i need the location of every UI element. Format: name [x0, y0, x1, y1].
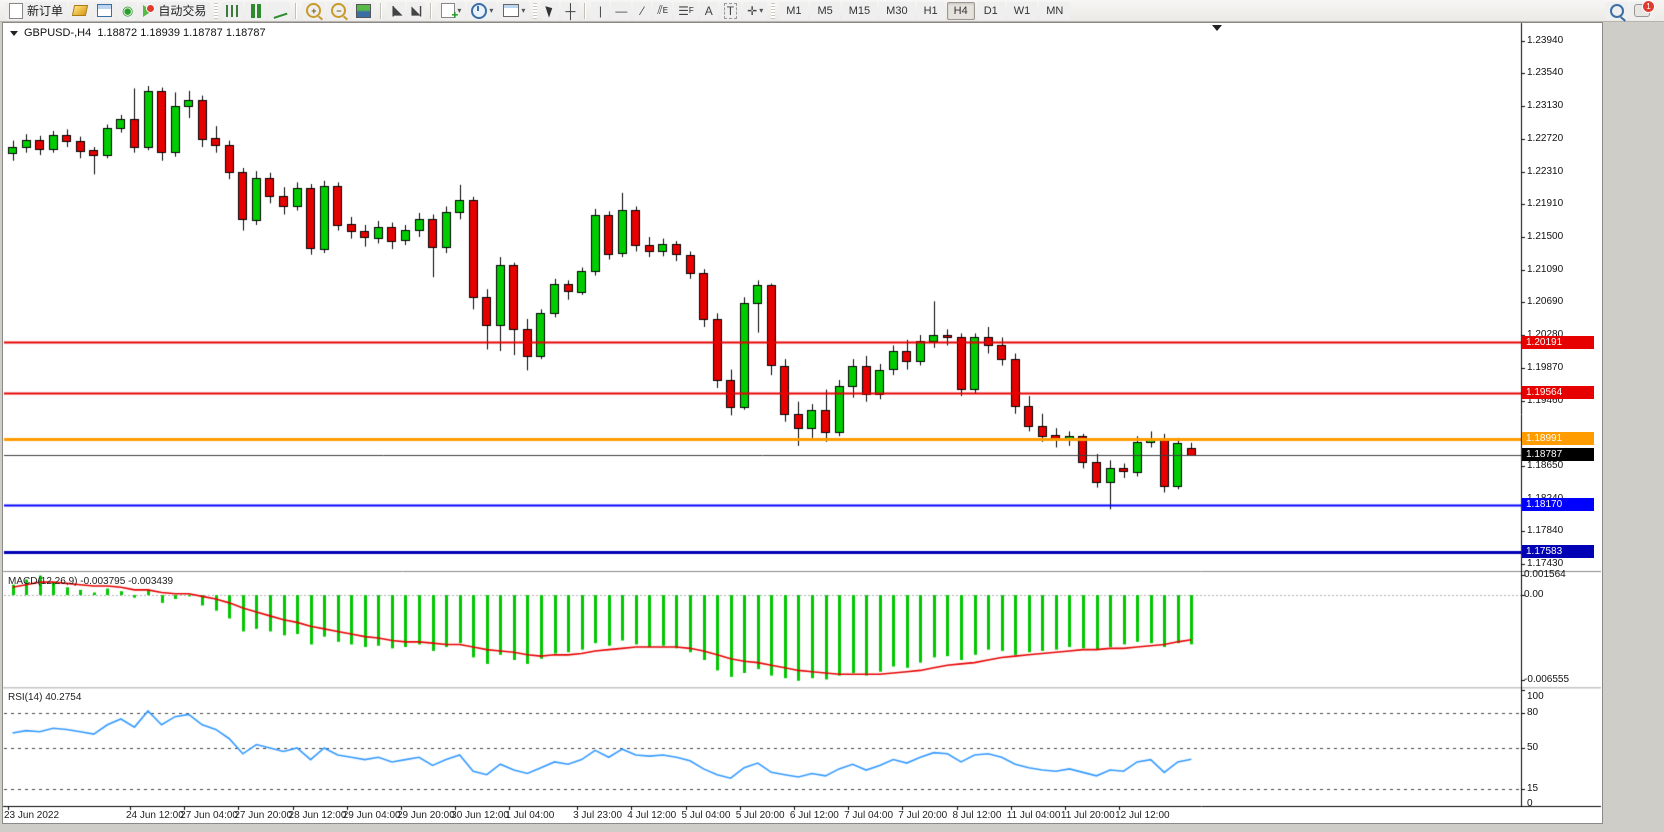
zoom-out-icon: −: [331, 3, 346, 18]
fibonacci-tool-button[interactable]: ☰F: [674, 2, 698, 20]
market-watch-icon: [72, 5, 88, 16]
timeframe-button-D1[interactable]: D1: [977, 2, 1005, 20]
crosshair-tool-button[interactable]: ┼: [561, 2, 579, 20]
periods-icon: [471, 3, 487, 19]
dropdown-arrow-icon: ▾: [489, 6, 493, 15]
zoom-in-icon: +: [306, 3, 321, 18]
arrows-tool-button[interactable]: ✛▾: [743, 2, 767, 20]
auto-trading-icon: [143, 5, 152, 17]
templates-button[interactable]: ▾: [499, 2, 529, 20]
terminal-window-button[interactable]: [93, 2, 116, 20]
trendline-icon: ⁄: [641, 4, 643, 18]
timeframe-button-M5[interactable]: M5: [810, 2, 839, 20]
timeframe-button-W1[interactable]: W1: [1007, 2, 1038, 20]
search-icon: [1610, 4, 1624, 18]
indicators-button[interactable]: ▾: [437, 2, 465, 20]
vertical-line-tool-button[interactable]: |: [591, 2, 609, 20]
candlestick-chart-button[interactable]: [245, 2, 266, 20]
chart-canvas[interactable]: [0, 0, 1664, 832]
auto-scroll-icon: |◣: [392, 4, 402, 17]
toolbar-separator: [430, 3, 432, 19]
vertical-line-icon: |: [599, 4, 602, 18]
timeframe-toolbar: M1M5M15M30H1H4D1W1MN: [778, 2, 1071, 20]
trendline-tool-button[interactable]: ⁄: [633, 2, 651, 20]
bar-chart-button[interactable]: [222, 2, 243, 20]
timeframe-button-M1[interactable]: M1: [779, 2, 808, 20]
timeframe-button-M15[interactable]: M15: [842, 2, 877, 20]
channel-tool-button[interactable]: ⫽E: [653, 2, 672, 20]
auto-trading-label: 自动交易: [158, 2, 206, 19]
timeframe-button-MN[interactable]: MN: [1039, 2, 1070, 20]
line-chart-icon: [271, 3, 288, 19]
main-toolbar: 新订单 ◉ 自动交易 + − |◣ ◣| ▾ ▾ ▾ ┼ | — ⁄ ⫽E ☰F…: [0, 0, 1664, 22]
text-label-icon: T: [724, 3, 737, 19]
crosshair-icon: ┼: [565, 5, 575, 17]
arrows-tool-icon: ✛: [747, 4, 757, 18]
toolbar-separator: [295, 3, 297, 19]
auto-scroll-button[interactable]: |◣: [387, 2, 405, 20]
signals-button[interactable]: ◉: [118, 2, 137, 20]
timeframe-button-M30[interactable]: M30: [879, 2, 914, 20]
bar-chart-icon: [226, 5, 239, 17]
horizontal-line-icon: —: [615, 4, 627, 18]
toolbar-grip: [214, 3, 218, 19]
text-label-tool-button[interactable]: T: [720, 2, 741, 20]
text-tool-button[interactable]: A: [700, 2, 718, 20]
indicators-icon: [441, 3, 455, 18]
cursor-icon: [546, 4, 555, 17]
candlestick-chart-icon: [249, 4, 262, 18]
chat-bubble-icon: 1: [1634, 4, 1650, 17]
notifications-button[interactable]: 1: [1630, 2, 1654, 20]
mt4-application: { "toolbar": { "new_order_label": "新订单",…: [0, 0, 1664, 832]
search-button[interactable]: [1606, 2, 1628, 20]
chart-shift-button[interactable]: ◣|: [407, 2, 425, 20]
channel-letter: E: [663, 6, 668, 15]
dropdown-arrow-icon: ▾: [759, 6, 763, 15]
terminal-window-icon: [97, 4, 112, 17]
dropdown-arrow-icon: ▾: [521, 6, 525, 15]
signals-icon: ◉: [122, 4, 133, 17]
text-tool-icon: A: [705, 4, 713, 18]
auto-trading-button[interactable]: 自动交易: [139, 2, 210, 20]
toolbar-grip: [533, 3, 537, 19]
fibo-letter: F: [689, 6, 694, 15]
zoom-out-button[interactable]: −: [327, 2, 350, 20]
line-chart-button[interactable]: [268, 2, 290, 20]
tile-windows-button[interactable]: [352, 2, 375, 20]
timeframe-button-H1[interactable]: H1: [917, 2, 945, 20]
zoom-in-button[interactable]: +: [302, 2, 325, 20]
periods-button[interactable]: ▾: [467, 2, 497, 20]
market-watch-button[interactable]: [69, 2, 91, 20]
templates-icon: [503, 4, 519, 17]
timeframe-button-H4[interactable]: H4: [947, 2, 975, 20]
toolbar-grip: [771, 3, 775, 19]
new-order-label: 新订单: [27, 2, 63, 19]
tile-windows-icon: [356, 4, 371, 18]
new-order-button[interactable]: 新订单: [5, 2, 67, 20]
cursor-tool-button[interactable]: [541, 2, 559, 20]
auto-trading-stopped-dot: [146, 4, 155, 13]
new-order-icon: [9, 3, 23, 19]
toolbar-separator: [380, 3, 382, 19]
notification-badge: 1: [1642, 0, 1655, 13]
fibonacci-icon: ☰: [678, 4, 689, 18]
toolbar-separator: [584, 3, 586, 19]
chart-shift-icon: ◣|: [412, 4, 422, 17]
horizontal-line-tool-button[interactable]: —: [611, 2, 631, 20]
